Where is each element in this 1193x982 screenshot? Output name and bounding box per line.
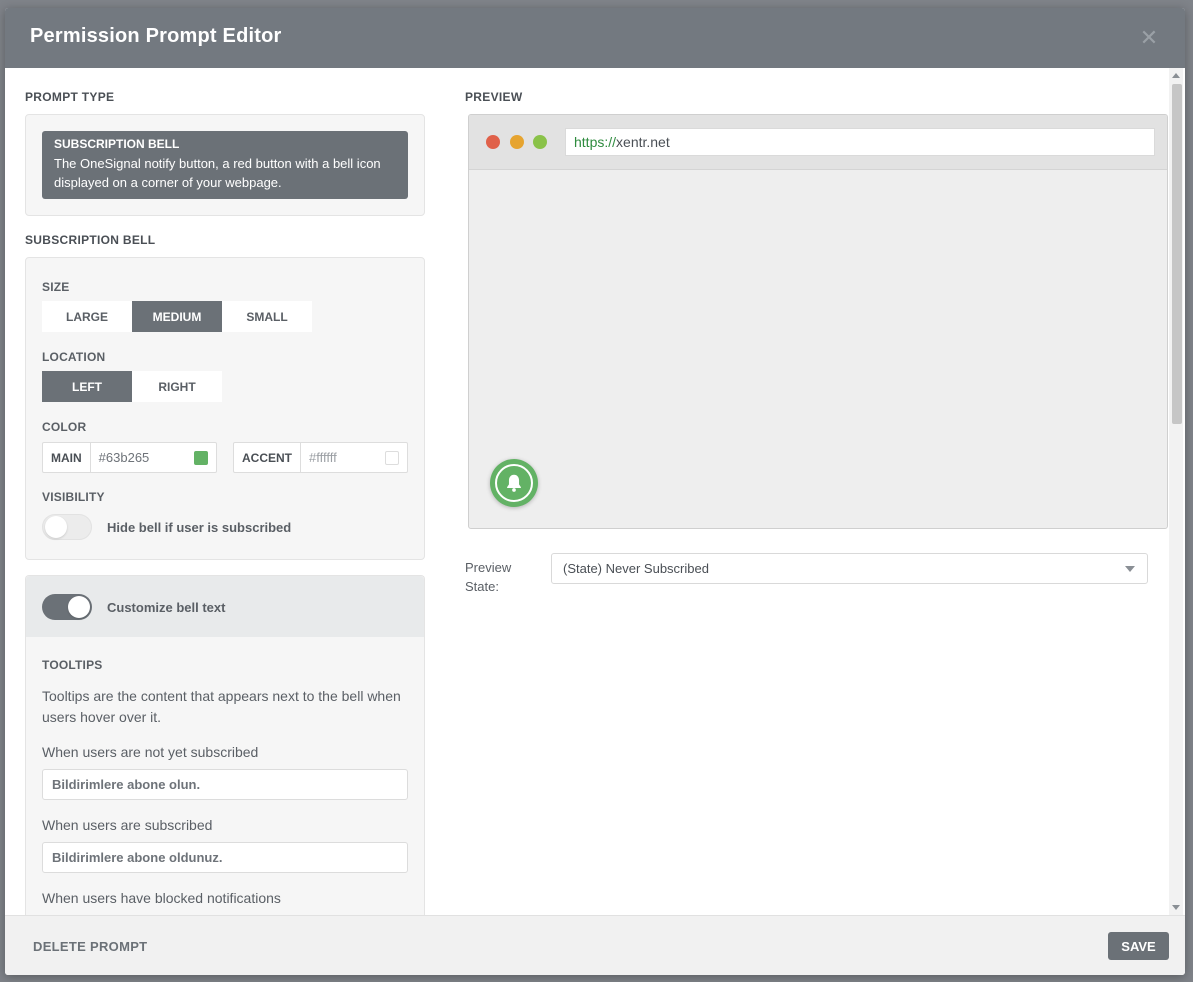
- modal-footer: DELETE PROMPT SAVE: [5, 915, 1185, 975]
- customize-header: Customize bell text: [26, 576, 424, 637]
- modal-body: PROMPT TYPE SUBSCRIPTION BELL The OneSig…: [5, 68, 1185, 915]
- preview-state-select[interactable]: (State) Never Subscribed: [551, 553, 1148, 584]
- accent-color-field[interactable]: ACCENT #ffffff: [233, 442, 408, 473]
- customize-bell-text-toggle[interactable]: [42, 594, 92, 620]
- prompt-type-panel: SUBSCRIPTION BELL The OneSignal notify b…: [25, 114, 425, 216]
- main-color-field[interactable]: MAIN #63b265: [42, 442, 217, 473]
- toggle-knob: [45, 516, 67, 538]
- scroll-down-arrow[interactable]: [1172, 905, 1180, 910]
- size-medium-button[interactable]: MEDIUM: [132, 301, 222, 332]
- size-large-button[interactable]: LARGE: [42, 301, 132, 332]
- preview-subscription-bell[interactable]: [490, 459, 538, 507]
- blocked-label: When users have blocked notifications: [42, 890, 281, 906]
- tooltips-label: TOOLTIPS: [42, 658, 103, 672]
- hide-bell-toggle-label: Hide bell if user is subscribed: [107, 520, 292, 535]
- save-button[interactable]: SAVE: [1108, 932, 1169, 960]
- preview-browser-frame: https://xentr.net: [468, 114, 1168, 529]
- url-scheme: https://: [574, 134, 617, 150]
- hide-bell-toggle[interactable]: [42, 514, 92, 540]
- location-label: LOCATION: [42, 350, 106, 364]
- preview-state-label: Preview State:: [465, 560, 512, 594]
- subscribed-label: When users are subscribed: [42, 817, 213, 833]
- vertical-scrollbar[interactable]: [1169, 68, 1183, 915]
- prompt-type-name: SUBSCRIPTION BELL: [54, 137, 180, 151]
- preview-heading: PREVIEW: [465, 90, 523, 104]
- main-color-swatch[interactable]: [194, 450, 208, 465]
- accent-color-tag: ACCENT: [234, 443, 301, 472]
- toggle-knob: [68, 596, 90, 618]
- prompt-type-description: The OneSignal notify button, a red butto…: [54, 156, 381, 190]
- subscription-bell-panel: SIZE LARGE MEDIUM SMALL LOCATION LEFT RI…: [25, 257, 425, 560]
- subscription-bell-heading: SUBSCRIPTION BELL: [25, 233, 156, 247]
- main-color-tag: MAIN: [43, 443, 91, 472]
- modal-header: Permission Prompt Editor ✕: [5, 8, 1185, 68]
- browser-toolbar: https://xentr.net: [469, 115, 1167, 170]
- customize-bell-text-panel: Customize bell text TOOLTIPS Tooltips ar…: [25, 575, 425, 915]
- delete-prompt-button[interactable]: DELETE PROMPT: [33, 939, 147, 954]
- color-label: COLOR: [42, 420, 87, 434]
- modal-title: Permission Prompt Editor: [30, 25, 282, 47]
- prompt-type-card-subscription-bell[interactable]: SUBSCRIPTION BELL The OneSignal notify b…: [42, 131, 408, 199]
- subscribed-tooltip-input[interactable]: Bildirimlere abone oldunuz.: [42, 842, 408, 873]
- scroll-thumb[interactable]: [1172, 84, 1182, 424]
- bell-icon: [507, 474, 521, 492]
- location-right-button[interactable]: RIGHT: [132, 371, 222, 402]
- main-color-value[interactable]: #63b265: [91, 450, 194, 465]
- not-subscribed-label: When users are not yet subscribed: [42, 744, 259, 760]
- browser-minimize-dot: [510, 135, 524, 149]
- size-segmented-control: LARGE MEDIUM SMALL: [42, 301, 312, 332]
- url-host: xentr.net: [616, 134, 670, 150]
- visibility-label: VISIBILITY: [42, 490, 105, 504]
- not-subscribed-tooltip-input[interactable]: Bildirimlere abone olun.: [42, 769, 408, 800]
- size-small-button[interactable]: SMALL: [222, 301, 312, 332]
- accent-color-value[interactable]: #ffffff: [301, 450, 385, 465]
- bell-icon-ring: [495, 464, 533, 502]
- location-segmented-control: LEFT RIGHT: [42, 371, 222, 402]
- browser-maximize-dot: [533, 135, 547, 149]
- customize-bell-text-label: Customize bell text: [107, 600, 226, 615]
- browser-url-bar: https://xentr.net: [565, 128, 1155, 156]
- tooltips-description: Tooltips are the content that appears ne…: [42, 688, 401, 725]
- location-left-button[interactable]: LEFT: [42, 371, 132, 402]
- chevron-down-icon: [1125, 566, 1135, 572]
- size-label: SIZE: [42, 280, 70, 294]
- preview-state-value: (State) Never Subscribed: [563, 561, 709, 576]
- close-icon[interactable]: ✕: [1137, 26, 1161, 50]
- permission-prompt-editor-modal: Permission Prompt Editor ✕ PROMPT TYPE S…: [5, 8, 1185, 975]
- browser-close-dot: [486, 135, 500, 149]
- accent-color-swatch[interactable]: [385, 450, 399, 465]
- prompt-type-heading: PROMPT TYPE: [25, 90, 115, 104]
- scroll-up-arrow[interactable]: [1172, 73, 1180, 78]
